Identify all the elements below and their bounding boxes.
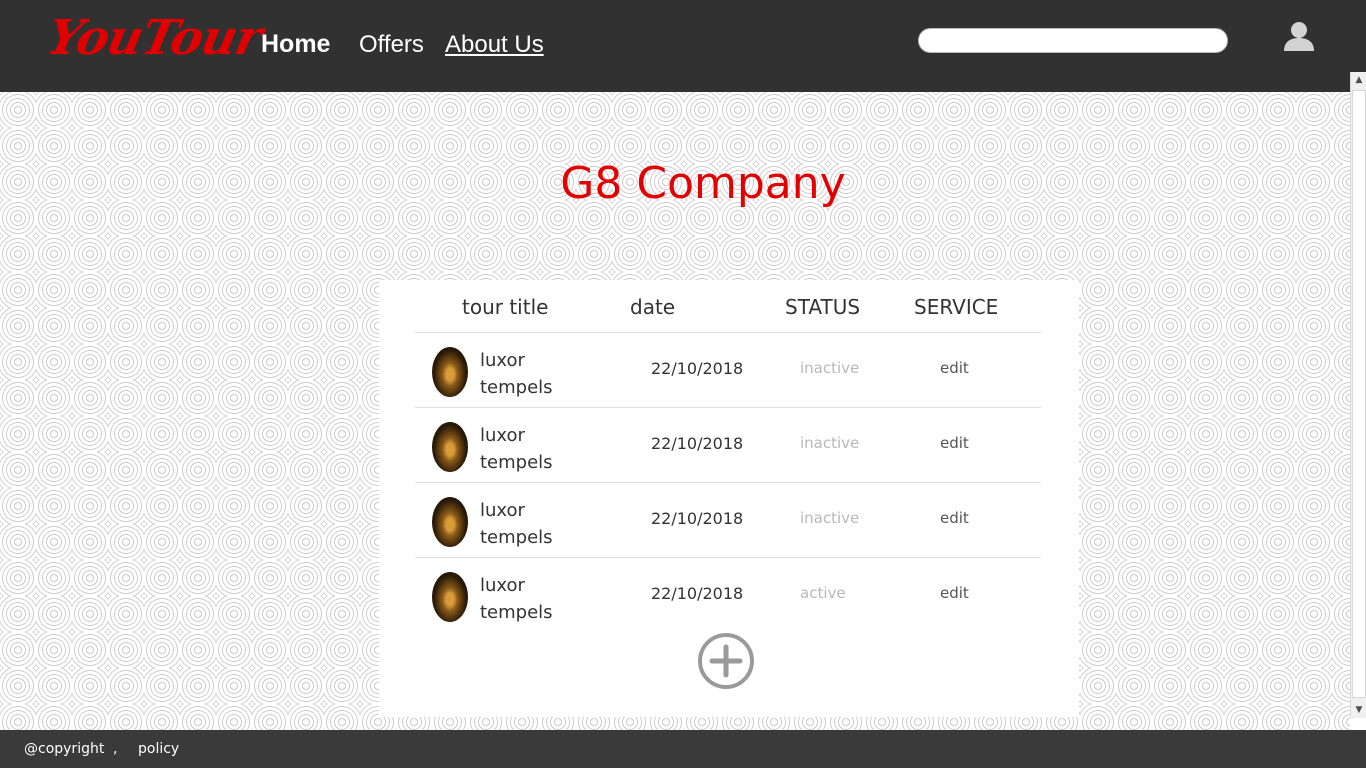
tour-date: 22/10/2018: [651, 584, 744, 603]
tour-title[interactable]: luxor tempels: [480, 497, 590, 551]
footer-separator: ,: [113, 741, 118, 757]
tour-title[interactable]: luxor tempels: [480, 572, 590, 626]
tour-thumbnail: [432, 347, 468, 397]
column-header-date: date: [630, 295, 676, 319]
table-row[interactable]: luxor tempels 22/10/2018 inactive edit: [415, 407, 1041, 483]
edit-link[interactable]: edit: [940, 509, 969, 527]
add-tour-button[interactable]: [697, 632, 755, 690]
edit-link[interactable]: edit: [940, 359, 969, 377]
tour-status: inactive: [800, 509, 860, 527]
tour-date: 22/10/2018: [651, 359, 744, 378]
tour-thumbnail: [432, 497, 468, 547]
tour-status: inactive: [800, 359, 860, 377]
plus-circle-icon: [698, 633, 754, 689]
nav-about-link[interactable]: About Us: [445, 31, 544, 59]
page-footer: @copyright , policy: [0, 730, 1366, 768]
top-navbar: YouTour Home Offers About Us: [0, 0, 1366, 92]
edit-link[interactable]: edit: [940, 434, 969, 452]
scroll-up-icon[interactable]: ▲: [1352, 72, 1366, 88]
tour-status: active: [800, 584, 846, 602]
site-logo[interactable]: YouTour: [42, 10, 266, 66]
tour-thumbnail: [432, 572, 468, 622]
tour-status: inactive: [800, 434, 860, 452]
tour-title[interactable]: luxor tempels: [480, 422, 590, 476]
tour-date: 22/10/2018: [651, 434, 744, 453]
column-header-title: tour title: [462, 295, 549, 319]
copyright-link[interactable]: @copyright: [24, 741, 104, 757]
tour-title[interactable]: luxor tempels: [480, 347, 590, 401]
table-row[interactable]: luxor tempels 22/10/2018 inactive edit: [415, 332, 1041, 408]
user-icon[interactable]: [1283, 20, 1315, 52]
policy-link[interactable]: policy: [138, 741, 179, 757]
edit-link[interactable]: edit: [940, 584, 969, 602]
nav-offers-link[interactable]: Offers: [359, 31, 424, 59]
tour-date: 22/10/2018: [651, 509, 744, 528]
column-header-service: SERVICE: [914, 295, 999, 319]
table-row[interactable]: luxor tempels 22/10/2018 inactive edit: [415, 482, 1041, 558]
page-title: G8 Company: [560, 158, 846, 209]
search-input[interactable]: [918, 28, 1228, 53]
scroll-down-icon[interactable]: ▼: [1352, 702, 1366, 718]
column-header-status: STATUS: [785, 295, 861, 319]
nav-home-link[interactable]: Home: [261, 30, 330, 59]
tours-table-card: tour title date STATUS SERVICE luxor tem…: [379, 280, 1079, 717]
table-row[interactable]: luxor tempels 22/10/2018 active edit: [415, 557, 1041, 633]
tour-thumbnail: [432, 422, 468, 472]
